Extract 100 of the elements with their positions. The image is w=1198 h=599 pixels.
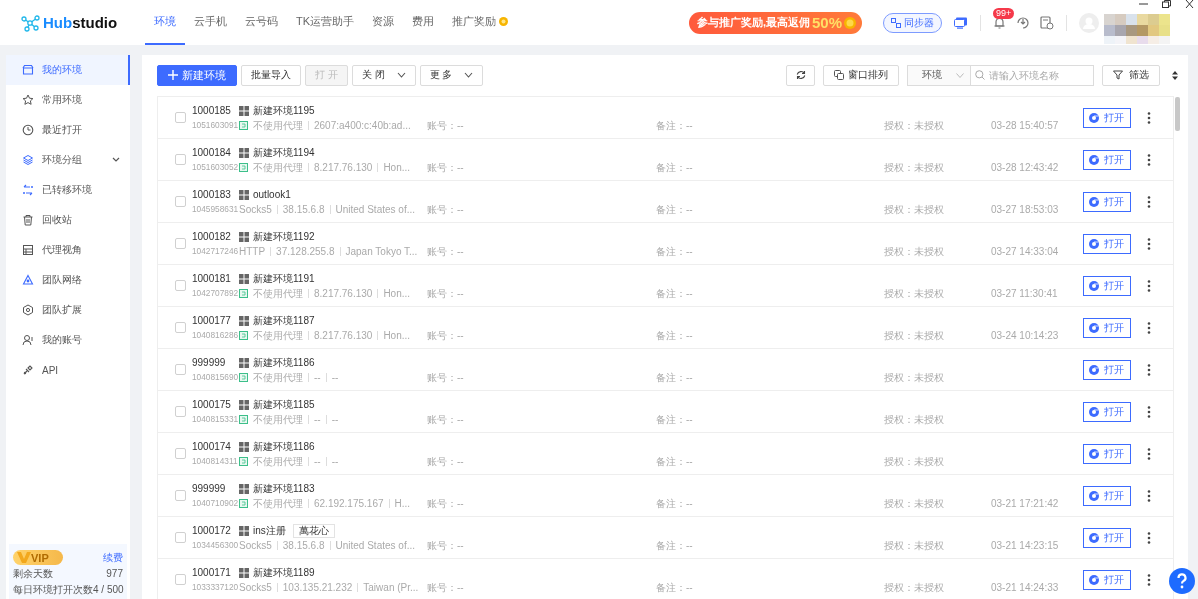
more-icon[interactable] bbox=[1147, 573, 1151, 586]
nav-tab[interactable]: 云手机 bbox=[185, 0, 236, 45]
refresh-button[interactable] bbox=[786, 64, 815, 86]
notes-text: 备注：-- bbox=[656, 204, 694, 215]
nav-tab[interactable]: 环境 bbox=[145, 0, 185, 45]
more-icon[interactable] bbox=[1147, 405, 1151, 418]
nav-tab[interactable]: TK运营助手 bbox=[287, 0, 364, 45]
more-icon[interactable] bbox=[1147, 531, 1151, 544]
sidebar-item[interactable]: 代理视角 bbox=[6, 235, 130, 265]
env-name[interactable]: 新建环境1189 bbox=[253, 567, 315, 579]
open-button[interactable]: 打开 bbox=[1083, 191, 1131, 212]
env-name[interactable]: 新建环境1186 bbox=[253, 441, 315, 453]
search-field[interactable]: 请输入环境名称 bbox=[970, 64, 1094, 86]
more-icon[interactable] bbox=[1147, 195, 1151, 208]
nav-tab[interactable]: 推广奖励 bbox=[443, 0, 518, 45]
logo-text: Hubstudio bbox=[43, 14, 118, 31]
restore-icon[interactable] bbox=[1162, 0, 1171, 8]
sidebar-item[interactable]: 团队网络 bbox=[6, 265, 130, 295]
more-icon[interactable] bbox=[1147, 321, 1151, 334]
env-name[interactable]: 新建环境1183 bbox=[253, 483, 315, 495]
row-checkbox[interactable] bbox=[175, 531, 186, 543]
sort-icon[interactable] bbox=[1172, 70, 1178, 80]
env-name[interactable]: 新建环境1187 bbox=[253, 315, 315, 327]
open-button[interactable]: 打开 bbox=[1083, 275, 1131, 296]
row-checkbox[interactable] bbox=[175, 237, 186, 249]
env-name[interactable]: 新建环境1194 bbox=[253, 147, 315, 159]
sidebar-item[interactable]: 环境分组 bbox=[6, 145, 130, 175]
sidebar-item[interactable]: 团队扩展 bbox=[6, 295, 130, 325]
open-button[interactable]: 打开 bbox=[1083, 527, 1131, 548]
nav-icon bbox=[22, 64, 34, 76]
more-icon[interactable] bbox=[1147, 363, 1151, 376]
last-opened-time: 03-28 15:40:57 bbox=[991, 120, 1060, 131]
monitor-icon[interactable] bbox=[954, 16, 968, 29]
scrollbar-thumb[interactable] bbox=[1175, 97, 1180, 131]
scope-select[interactable]: 环境 bbox=[907, 64, 970, 86]
help-icon[interactable] bbox=[1169, 568, 1195, 594]
open-button[interactable]: 打开 bbox=[1083, 149, 1131, 170]
open-button[interactable]: 打开 bbox=[1083, 359, 1131, 380]
open-button[interactable]: 打开 bbox=[1083, 443, 1131, 464]
browser-icon bbox=[1089, 238, 1099, 249]
calendar-clock-icon[interactable] bbox=[1040, 15, 1054, 30]
toolbar-button[interactable]: 更 多 bbox=[419, 64, 484, 86]
more-icon[interactable] bbox=[1147, 237, 1151, 250]
browser-icon bbox=[1089, 280, 1099, 291]
minimize-icon[interactable] bbox=[1139, 0, 1148, 8]
env-name[interactable]: 新建环境1191 bbox=[253, 273, 315, 285]
sidebar-item[interactable]: 我的环境 bbox=[6, 55, 130, 85]
toolbar-button[interactable]: 批量导入 bbox=[241, 64, 301, 86]
env-name[interactable]: 新建环境1192 bbox=[253, 231, 315, 243]
row-checkbox[interactable] bbox=[175, 195, 186, 207]
row-checkbox[interactable] bbox=[175, 363, 186, 375]
row-checkbox[interactable] bbox=[175, 573, 186, 585]
close-icon[interactable] bbox=[1185, 0, 1194, 8]
env-name[interactable]: outlook1 bbox=[253, 189, 291, 201]
row-checkbox[interactable] bbox=[175, 111, 186, 123]
sidebar-item[interactable]: API bbox=[6, 355, 130, 385]
more-icon[interactable] bbox=[1147, 111, 1151, 124]
open-button[interactable]: 打开 bbox=[1083, 401, 1131, 422]
windows-logo-icon bbox=[239, 358, 249, 368]
filter-button[interactable]: 筛选 bbox=[1102, 64, 1160, 86]
sidebar-item[interactable]: 我的账号 bbox=[6, 325, 130, 355]
sidebar-item[interactable]: 常用环境 bbox=[6, 85, 130, 115]
sidebar-item[interactable]: 回收站 bbox=[6, 205, 130, 235]
row-checkbox[interactable] bbox=[175, 321, 186, 333]
more-icon[interactable] bbox=[1147, 279, 1151, 292]
download-clock-icon[interactable] bbox=[1016, 15, 1030, 30]
arrange-windows-button[interactable]: 窗口排列 bbox=[823, 64, 899, 86]
open-button[interactable]: 打开 bbox=[1083, 107, 1131, 128]
open-button[interactable]: 打开 bbox=[1083, 317, 1131, 338]
row-checkbox[interactable] bbox=[175, 447, 186, 459]
row-checkbox[interactable] bbox=[175, 489, 186, 501]
proxy-type: 不使用代理 bbox=[253, 414, 303, 425]
sync-button[interactable]: 同步器 bbox=[883, 12, 942, 33]
browser-icon bbox=[1089, 448, 1099, 459]
sidebar-item[interactable]: 最近打开 bbox=[6, 115, 130, 145]
sidebar-item[interactable]: 已转移环境 bbox=[6, 175, 130, 205]
env-name[interactable]: 新建环境1186 bbox=[253, 357, 315, 369]
nav-tab[interactable]: 云号码 bbox=[236, 0, 287, 45]
nav-tab[interactable]: 资源 bbox=[363, 0, 404, 45]
env-serial: 1042707892 bbox=[192, 288, 239, 299]
toolbar-button[interactable]: 关 闭 bbox=[351, 64, 416, 86]
more-icon[interactable] bbox=[1147, 447, 1151, 460]
renew-link[interactable]: 续费 bbox=[103, 550, 123, 565]
chevron-down-icon bbox=[956, 72, 964, 78]
env-name[interactable]: ins注册 bbox=[253, 525, 286, 537]
env-id: 1000174 bbox=[192, 441, 232, 453]
open-button[interactable]: 打开 bbox=[1083, 485, 1131, 506]
open-button[interactable]: 打开 bbox=[1083, 233, 1131, 254]
env-name[interactable]: 新建环境1185 bbox=[253, 399, 315, 411]
row-checkbox[interactable] bbox=[175, 405, 186, 417]
open-button[interactable]: 打开 bbox=[1083, 569, 1131, 590]
row-checkbox[interactable] bbox=[175, 153, 186, 165]
nav-icon bbox=[22, 94, 34, 106]
more-icon[interactable] bbox=[1147, 489, 1151, 502]
nav-tab[interactable]: 费用 bbox=[403, 0, 444, 45]
row-checkbox[interactable] bbox=[175, 279, 186, 291]
env-name[interactable]: 新建环境1195 bbox=[253, 105, 315, 117]
toolbar-button[interactable]: 新建环境 bbox=[157, 64, 237, 86]
bell-icon[interactable] bbox=[993, 16, 1006, 29]
more-icon[interactable] bbox=[1147, 153, 1151, 166]
